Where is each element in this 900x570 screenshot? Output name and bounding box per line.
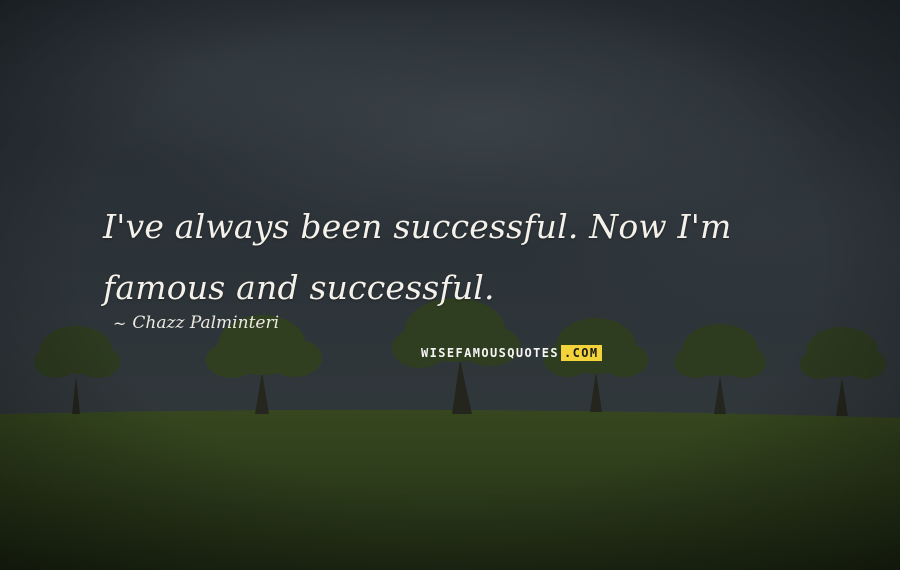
author-name: Chazz Palminteri bbox=[132, 313, 280, 333]
author-attribution: ~ Chazz Palminteri bbox=[113, 313, 279, 333]
brand-watermark: WISEFAMOUSQUOTES .COM bbox=[421, 345, 619, 361]
brand-watermark-tld: .COM bbox=[561, 345, 602, 361]
quote-card: I've always been successful. Now I'm fam… bbox=[0, 0, 900, 570]
author-prefix: ~ bbox=[113, 313, 127, 333]
quote-text: I've always been successful. Now I'm fam… bbox=[103, 207, 732, 307]
brand-watermark-main: WISEFAMOUSQUOTES bbox=[421, 346, 559, 360]
